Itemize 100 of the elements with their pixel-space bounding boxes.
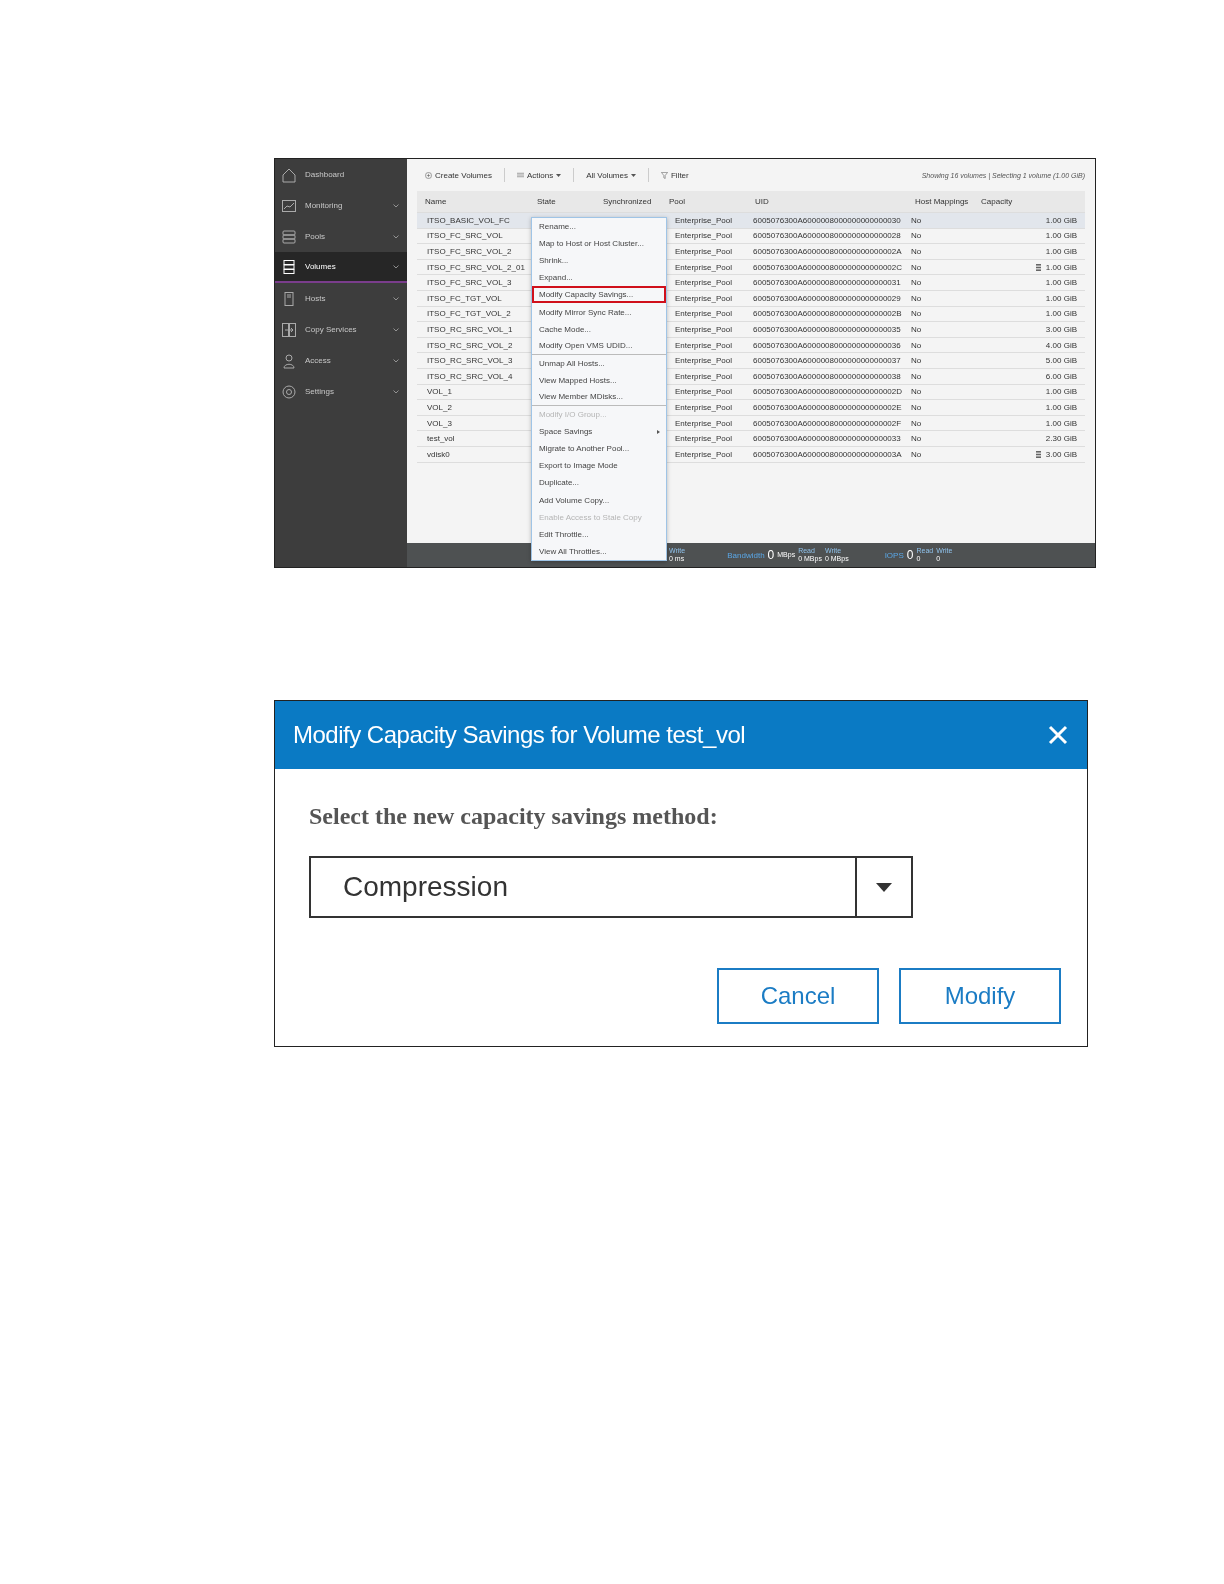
table-cell-text: Enterprise_Pool <box>674 356 733 366</box>
sidebar-label: Volumes <box>305 262 337 271</box>
menu-item[interactable]: Modify Capacity Savings... <box>532 286 666 304</box>
table-cell-text: ITSO_BASIC_VOL_FC <box>426 215 511 225</box>
server-icon <box>281 290 297 307</box>
capacity-value: 3.00 GiB <box>1045 449 1077 459</box>
sidebar-item[interactable]: Volumes <box>275 252 407 283</box>
capacity-value: 3.00 GiB <box>1045 324 1077 334</box>
capacity-value: 2.30 GiB <box>1045 434 1077 444</box>
list-icon <box>516 172 524 178</box>
method-dropdown[interactable]: Compression <box>309 856 913 918</box>
table-cell-text: ITSO_FC_SRC_VOL_2 <box>426 247 513 256</box>
capacity-value: 1.00 GiB <box>1045 418 1077 428</box>
menu-item[interactable]: Space Savings <box>532 423 666 441</box>
menu-item[interactable]: Expand... <box>532 269 666 287</box>
sidebar-item[interactable]: Dashboard <box>275 159 407 190</box>
menu-item[interactable]: Add Volume Copy... <box>532 491 666 509</box>
table-cell-text: Enterprise_Pool <box>674 309 733 319</box>
table-cell-text: No <box>910 340 923 350</box>
chevron-down-icon <box>393 358 399 363</box>
close-button[interactable] <box>1047 724 1069 746</box>
menu-item[interactable]: Unmap All Hosts... <box>532 354 666 372</box>
bandwidth-value: 0 <box>767 548 775 562</box>
column-header[interactable]: Name <box>417 197 529 206</box>
table-cell-text: 6005076300A600000800000000000002C <box>752 262 904 272</box>
table-cell-text: Enterprise_Pool <box>674 215 733 225</box>
sidebar-label: Access <box>305 356 332 365</box>
table-cell-text: 6005076300A600000800000000000002B <box>752 309 903 319</box>
column-header[interactable]: State <box>529 197 595 206</box>
filter-button[interactable]: Filter <box>656 170 693 180</box>
dropdown-value: Compression <box>342 870 509 904</box>
table-cell-text: 6005076300A6000008000000000000031 <box>752 278 902 288</box>
menu-item[interactable]: Shrink... <box>532 252 666 270</box>
sidebar-label: Dashboard <box>305 170 346 179</box>
menu-item[interactable]: View All Throttles... <box>532 542 666 560</box>
table-cell-text: Enterprise_Pool <box>674 434 733 444</box>
table-cell-text: ITSO_FC_TGT_VOL <box>426 293 503 303</box>
sidebar-item[interactable]: Pools <box>275 221 407 252</box>
table-cell-text: ITSO_FC_SRC_VOL <box>426 231 504 241</box>
table-cell-text: 6005076300A6000008000000000000029 <box>752 293 902 303</box>
column-header[interactable]: Capacity <box>973 197 1085 206</box>
chevron-down-icon <box>393 296 399 301</box>
sidebar-item[interactable]: Access <box>275 345 407 376</box>
table-cell-text: Enterprise_Pool <box>674 324 733 334</box>
sidebar-item[interactable]: Settings <box>275 376 407 407</box>
column-header[interactable]: UID <box>747 197 907 206</box>
menu-item[interactable]: Cache Mode... <box>532 320 666 338</box>
sidebar-item[interactable]: Hosts <box>275 283 407 314</box>
table-cell-text: No <box>910 356 923 366</box>
caret-down-icon <box>556 173 562 177</box>
sidebar-item[interactable]: Copy Services <box>275 314 407 345</box>
table-cell-text: No <box>910 309 923 319</box>
create-volumes-button[interactable]: Create Volumes <box>421 170 496 180</box>
menu-item[interactable]: Duplicate... <box>532 474 666 492</box>
column-header[interactable]: Synchronized <box>595 197 661 206</box>
column-header[interactable]: Host Mappings <box>907 197 973 206</box>
cancel-button[interactable]: Cancel <box>717 968 879 1024</box>
table-cell-text: ITSO_FC_TGT_VOL_2 <box>426 309 512 319</box>
menu-item[interactable]: Rename... <box>532 218 666 236</box>
volume-filter-dropdown[interactable]: All Volumes <box>582 170 640 180</box>
menu-item[interactable]: Modify Open VMS UDID... <box>532 337 666 355</box>
table-cell-text: Enterprise_Pool <box>674 340 733 350</box>
iops-label: IOPS <box>884 550 904 560</box>
chevron-down-icon <box>393 327 399 332</box>
table-cell-text: 6005076300A600000800000000000003A <box>752 449 903 459</box>
table-cell-text: 6005076300A6000008000000000000028 <box>752 231 902 241</box>
menu-item[interactable]: View Mapped Hosts... <box>532 371 666 389</box>
bandwidth-label: Bandwidth <box>727 550 765 560</box>
table-cell-text: Enterprise_Pool <box>674 262 733 272</box>
table-cell-text: ITSO_FC_SRC_VOL_3 <box>426 278 513 288</box>
table-cell-text: Enterprise_Pool <box>674 231 733 241</box>
table-cell-text: 6005076300A600000800000000000002A <box>752 247 903 256</box>
stacked-disks-icon <box>281 228 297 245</box>
capacity-value: 4.00 GiB <box>1045 340 1077 350</box>
column-header[interactable]: Pool <box>661 197 747 206</box>
table-cell-text: ITSO_RC_SRC_VOL_2 <box>426 340 514 350</box>
table-cell-text: ITSO_RC_SRC_VOL_4 <box>426 371 514 381</box>
menu-item[interactable]: Edit Throttle... <box>532 525 666 543</box>
table-cell-text: No <box>910 371 923 381</box>
funnel-icon <box>660 171 668 179</box>
table-cell-text: 6005076300A600000800000000000002E <box>752 402 903 412</box>
sidebar-label: Settings <box>305 387 335 396</box>
menu-item[interactable]: Map to Host or Host Cluster... <box>532 235 666 253</box>
capacity-value: 1.00 GiB <box>1045 387 1077 397</box>
menu-item[interactable]: Modify Mirror Sync Rate... <box>532 303 666 321</box>
table-cell-text: Enterprise_Pool <box>674 293 733 303</box>
sidebar-item[interactable]: Monitoring <box>275 190 407 221</box>
actions-menu-button[interactable]: Actions <box>512 170 566 180</box>
modify-button[interactable]: Modify <box>899 968 1061 1024</box>
table-cell-text: ITSO_FC_SRC_VOL_2_01 <box>426 262 526 272</box>
menu-item[interactable]: View Member MDisks... <box>532 388 666 407</box>
menu-item[interactable]: Migrate to Another Pool... <box>532 440 666 458</box>
table-cell-text: Enterprise_Pool <box>674 402 733 412</box>
caret-down-icon <box>876 882 892 892</box>
menu-item[interactable]: Export to Image Mode <box>532 457 666 475</box>
chevron-down-icon <box>393 389 399 394</box>
table-cell-text: 6005076300A6000008000000000000033 <box>752 434 902 444</box>
chevron-down-icon <box>393 234 399 239</box>
person-icon <box>281 352 297 369</box>
table-cell-text: No <box>910 231 923 241</box>
